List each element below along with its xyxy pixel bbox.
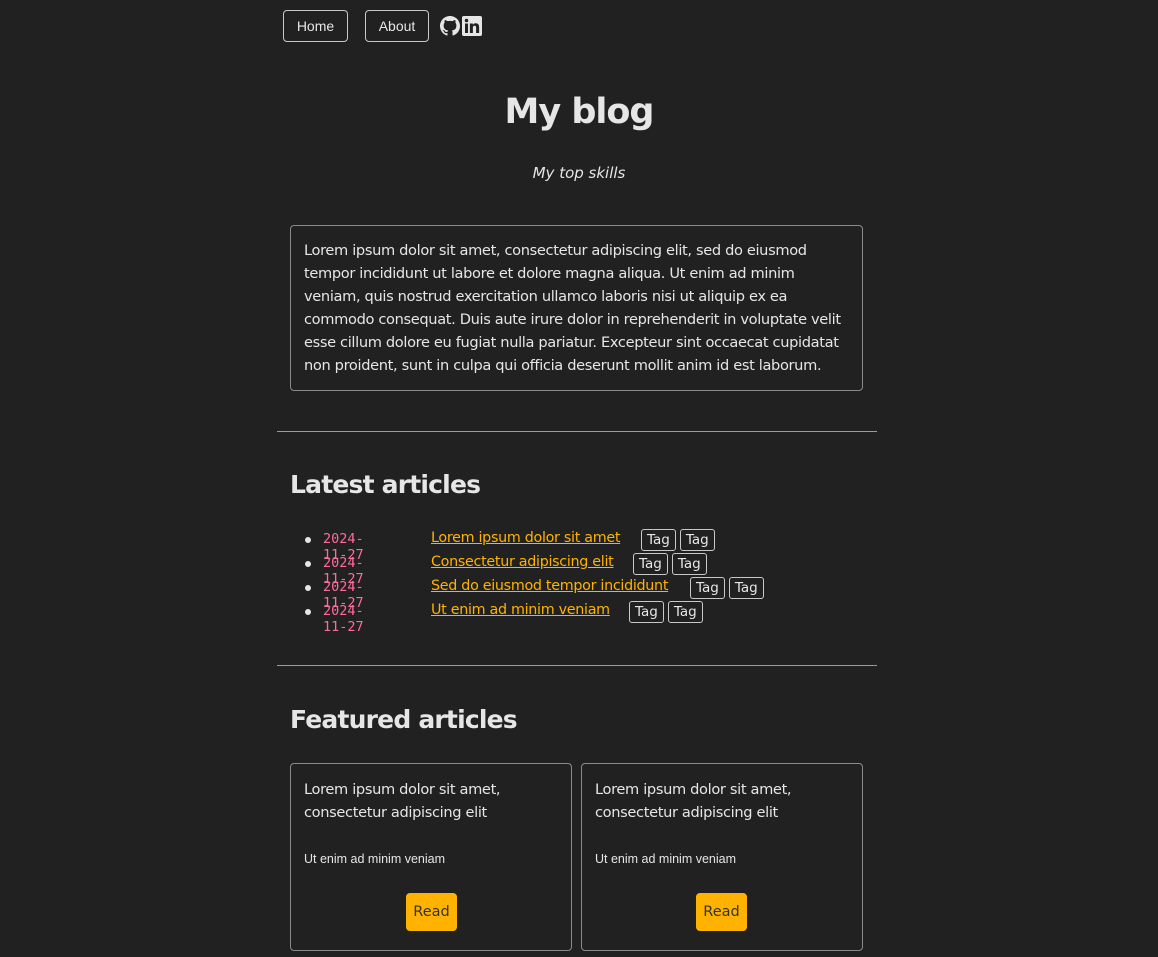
tag-badge[interactable]: Tag xyxy=(667,601,703,623)
article-date: 2024-11-27 xyxy=(323,603,364,635)
page-title: My blog xyxy=(504,92,655,132)
section-divider xyxy=(277,431,877,432)
tag-badge[interactable]: Tag xyxy=(641,529,676,551)
featured-card: Lorem ipsum dolor sit amet, consectetur … xyxy=(581,763,863,951)
section-divider xyxy=(277,665,877,666)
card-title: Lorem ipsum dolor sit amet, consectetur … xyxy=(304,781,501,821)
home-button[interactable]: Home xyxy=(283,10,348,42)
github-icon[interactable] xyxy=(440,16,460,36)
article-link[interactable]: Sed do eiusmod tempor incididunt xyxy=(431,578,668,594)
page-subtitle: My top skills xyxy=(532,164,626,182)
article-tags: Tag Tag xyxy=(641,529,719,551)
bullet xyxy=(305,537,311,543)
tag-badge[interactable]: Tag xyxy=(690,577,725,599)
tag-badge[interactable]: Tag xyxy=(728,577,764,599)
page: Home About My blog My top skills Lorem i… xyxy=(0,0,1158,957)
bullet xyxy=(305,561,311,567)
featured-articles-heading: Featured articles xyxy=(290,705,518,734)
card-title: Lorem ipsum dolor sit amet, consectetur … xyxy=(595,781,792,821)
tag-badge[interactable]: Tag xyxy=(679,529,715,551)
article-tags: Tag Tag xyxy=(629,601,707,623)
article-link[interactable]: Ut enim ad minim veniam xyxy=(431,602,610,618)
featured-card: Lorem ipsum dolor sit amet, consectetur … xyxy=(290,763,572,951)
read-button[interactable]: Read xyxy=(696,893,747,931)
linkedin-icon[interactable] xyxy=(462,16,482,36)
article-tags: Tag Tag xyxy=(633,553,711,575)
top-nav: Home About xyxy=(283,10,482,42)
read-button[interactable]: Read xyxy=(406,893,457,931)
about-button[interactable]: About xyxy=(365,10,429,42)
tag-badge[interactable]: Tag xyxy=(671,553,707,575)
card-description: Ut enim ad minim veniam xyxy=(595,852,737,866)
card-description: Ut enim ad minim veniam xyxy=(304,852,446,866)
article-tags: Tag Tag xyxy=(690,577,768,599)
article-link[interactable]: Lorem ipsum dolor sit amet xyxy=(431,530,620,546)
tag-badge[interactable]: Tag xyxy=(629,601,664,623)
latest-articles-heading: Latest articles xyxy=(290,470,481,499)
article-link[interactable]: Consectetur adipiscing elit xyxy=(431,554,614,570)
tag-badge[interactable]: Tag xyxy=(633,553,668,575)
bullet xyxy=(305,585,311,591)
intro-text: Lorem ipsum dolor sit amet, consectetur … xyxy=(290,225,863,391)
bullet xyxy=(305,609,311,615)
